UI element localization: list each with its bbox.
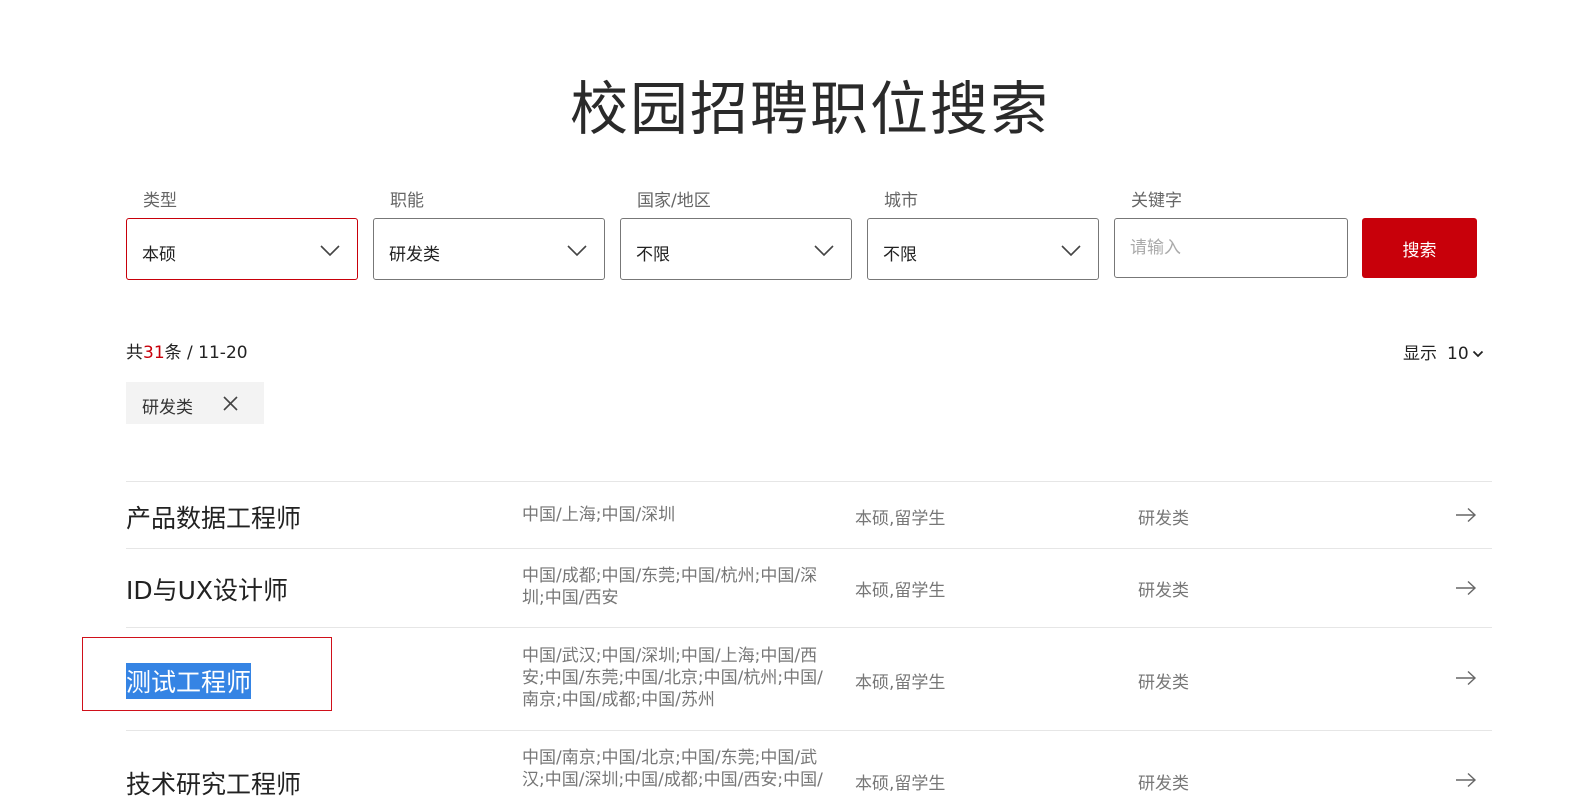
job-degree: 本硕,留学生 [855,509,946,529]
close-icon[interactable] [221,394,240,413]
chevron-down-icon [320,245,340,257]
function-filter-label: 职能 [390,191,424,211]
arrow-right-icon[interactable] [1454,580,1478,596]
region-filter-label: 国家/地区 [637,191,711,211]
region-select-value: 不限 [636,245,670,265]
page-size-label: 显示 [1403,344,1437,364]
arrow-right-icon[interactable] [1454,772,1478,788]
arrow-right-icon[interactable] [1454,670,1478,686]
type-select[interactable]: 本硕 [126,218,358,280]
keyword-input[interactable] [1114,218,1348,278]
page-size-select[interactable]: 显示 10 [1403,339,1484,364]
job-locations: 中国/南京;中国/北京;中国/东莞;中国/武汉;中国/深圳;中国/成都;中国/西… [522,748,823,790]
function-select[interactable]: 研发类 [373,218,605,280]
job-degree: 本硕,留学生 [855,581,946,601]
keyword-filter-label: 关键字 [1131,191,1182,211]
region-select[interactable]: 不限 [620,218,852,280]
tag-label: 研发类 [142,398,193,418]
job-title[interactable]: 测试工程师 [126,663,252,699]
arrow-right-icon[interactable] [1454,507,1478,523]
function-select-value: 研发类 [389,245,440,265]
job-row[interactable]: 技术研究工程师 中国/南京;中国/北京;中国/东莞;中国/武汉;中国/深圳;中国… [0,731,1588,797]
job-search-page: 校园招聘职位搜索 类型 职能 国家/地区 城市 关键字 本硕 研发类 不限 不限… [0,0,1588,797]
job-category: 研发类 [1138,509,1189,529]
type-select-value: 本硕 [142,245,176,265]
city-select[interactable]: 不限 [867,218,1099,280]
page-size-value: 10 [1447,344,1469,364]
job-degree: 本硕,留学生 [855,774,946,794]
active-filter-tag: 研发类 [126,382,264,424]
page-title: 校园招聘职位搜索 [569,75,1050,143]
result-count: 31 [143,343,165,363]
search-button[interactable]: 搜索 [1362,218,1477,278]
job-title[interactable]: 技术研究工程师 [126,765,301,797]
result-summary: 共31条 / 11-20 [126,338,248,363]
job-row[interactable]: ID与UX设计师 中国/成都;中国/东莞;中国/杭州;中国/深圳;中国/西安 本… [0,549,1588,627]
job-title[interactable]: 产品数据工程师 [126,499,301,535]
job-degree: 本硕,留学生 [855,673,946,693]
result-prefix: 共 [126,343,143,363]
job-locations: 中国/成都;中国/东莞;中国/杭州;中国/深圳;中国/西安 [522,566,818,608]
city-filter-label: 城市 [884,191,918,211]
job-title[interactable]: ID与UX设计师 [126,571,288,607]
chevron-down-icon [814,245,834,257]
chevron-down-icon [567,245,587,257]
job-row[interactable]: 测试工程师 中国/武汉;中国/深圳;中国/上海;中国/西安;中国/东莞;中国/北… [0,628,1588,730]
chevron-down-icon [1061,245,1081,257]
type-filter-label: 类型 [143,191,177,211]
job-category: 研发类 [1138,581,1189,601]
city-select-value: 不限 [883,245,917,265]
job-category: 研发类 [1138,673,1189,693]
chevron-down-icon [1472,350,1483,358]
result-range: 条 / 11-20 [164,343,248,363]
job-category: 研发类 [1138,774,1189,794]
job-locations: 中国/上海;中国/深圳 [522,505,676,525]
job-locations: 中国/武汉;中国/深圳;中国/上海;中国/西安;中国/东莞;中国/北京;中国/杭… [522,646,823,710]
job-row[interactable]: 产品数据工程师 中国/上海;中国/深圳 本硕,留学生 研发类 [0,482,1588,548]
